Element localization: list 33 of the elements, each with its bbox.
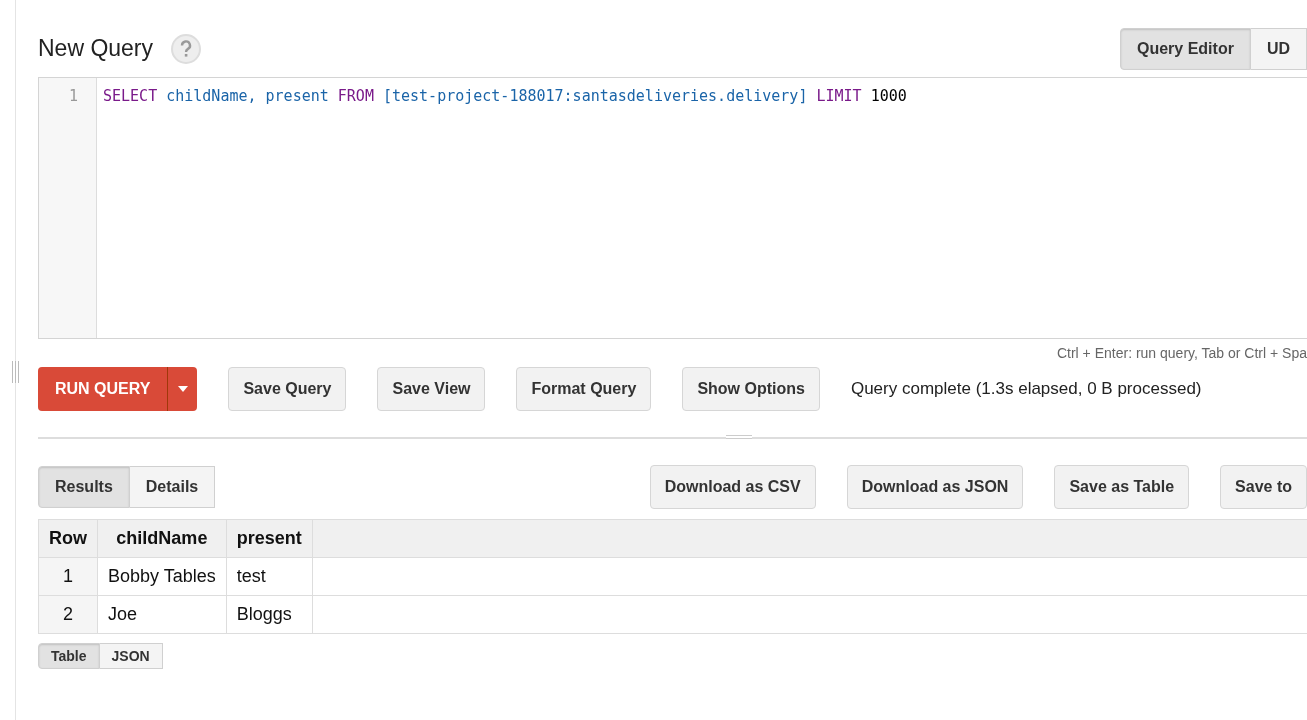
table-cell: Bloggs: [226, 595, 313, 634]
toggle-tab[interactable]: Table: [38, 643, 100, 669]
line-number: 1: [68, 86, 78, 106]
toggle-tab[interactable]: JSON: [99, 643, 163, 669]
dropdown-caret-icon[interactable]: [168, 367, 198, 411]
query-status: Query complete (1.3s elapsed, 0 B processed): [850, 378, 1202, 401]
download-button[interactable]: Save to: [1220, 465, 1307, 509]
action-button[interactable]: Show Options: [682, 367, 820, 411]
run-query-button[interactable]: RUN QUERY: [38, 367, 169, 411]
table-cell: 1: [38, 557, 98, 596]
table-cell: Joe: [97, 595, 227, 634]
toggle-tab[interactable]: Query Editor: [1120, 27, 1251, 70]
action-button[interactable]: Format Query: [516, 367, 652, 411]
column-header: childName: [97, 519, 227, 558]
code-line: SELECT childName, present FROM [test-project-188017:santasdeliveries.delivery] LIMIT 1000: [103, 86, 907, 106]
help-icon[interactable]: [171, 33, 202, 64]
toggle-tab[interactable]: Results: [38, 466, 130, 508]
table-cell: Bobby Tables: [97, 557, 227, 596]
toggle-tab[interactable]: UD: [1250, 27, 1307, 70]
action-button[interactable]: Save Query: [228, 367, 347, 411]
download-button[interactable]: Download as CSV: [649, 465, 816, 509]
action-button[interactable]: Save View: [377, 367, 486, 411]
resize-grip-icon[interactable]: [10, 361, 20, 383]
column-header: present: [226, 519, 313, 558]
toggle-tab[interactable]: Details: [129, 466, 216, 508]
shortcut-hint: Ctrl + Enter: run query, Tab or Ctrl + Spa: [1056, 343, 1307, 363]
column-header: Row: [38, 519, 98, 558]
download-button[interactable]: Save as Table: [1054, 465, 1190, 509]
code-editor[interactable]: 1 SELECT childName, present FROM [test-project-188017:santasdeliveries.delivery] LIMIT 1000: [38, 77, 1307, 339]
table-cell: 2: [38, 595, 98, 634]
page-title: New Query: [38, 34, 154, 64]
table-cell: test: [226, 557, 313, 596]
download-button[interactable]: Download as JSON: [846, 465, 1024, 509]
